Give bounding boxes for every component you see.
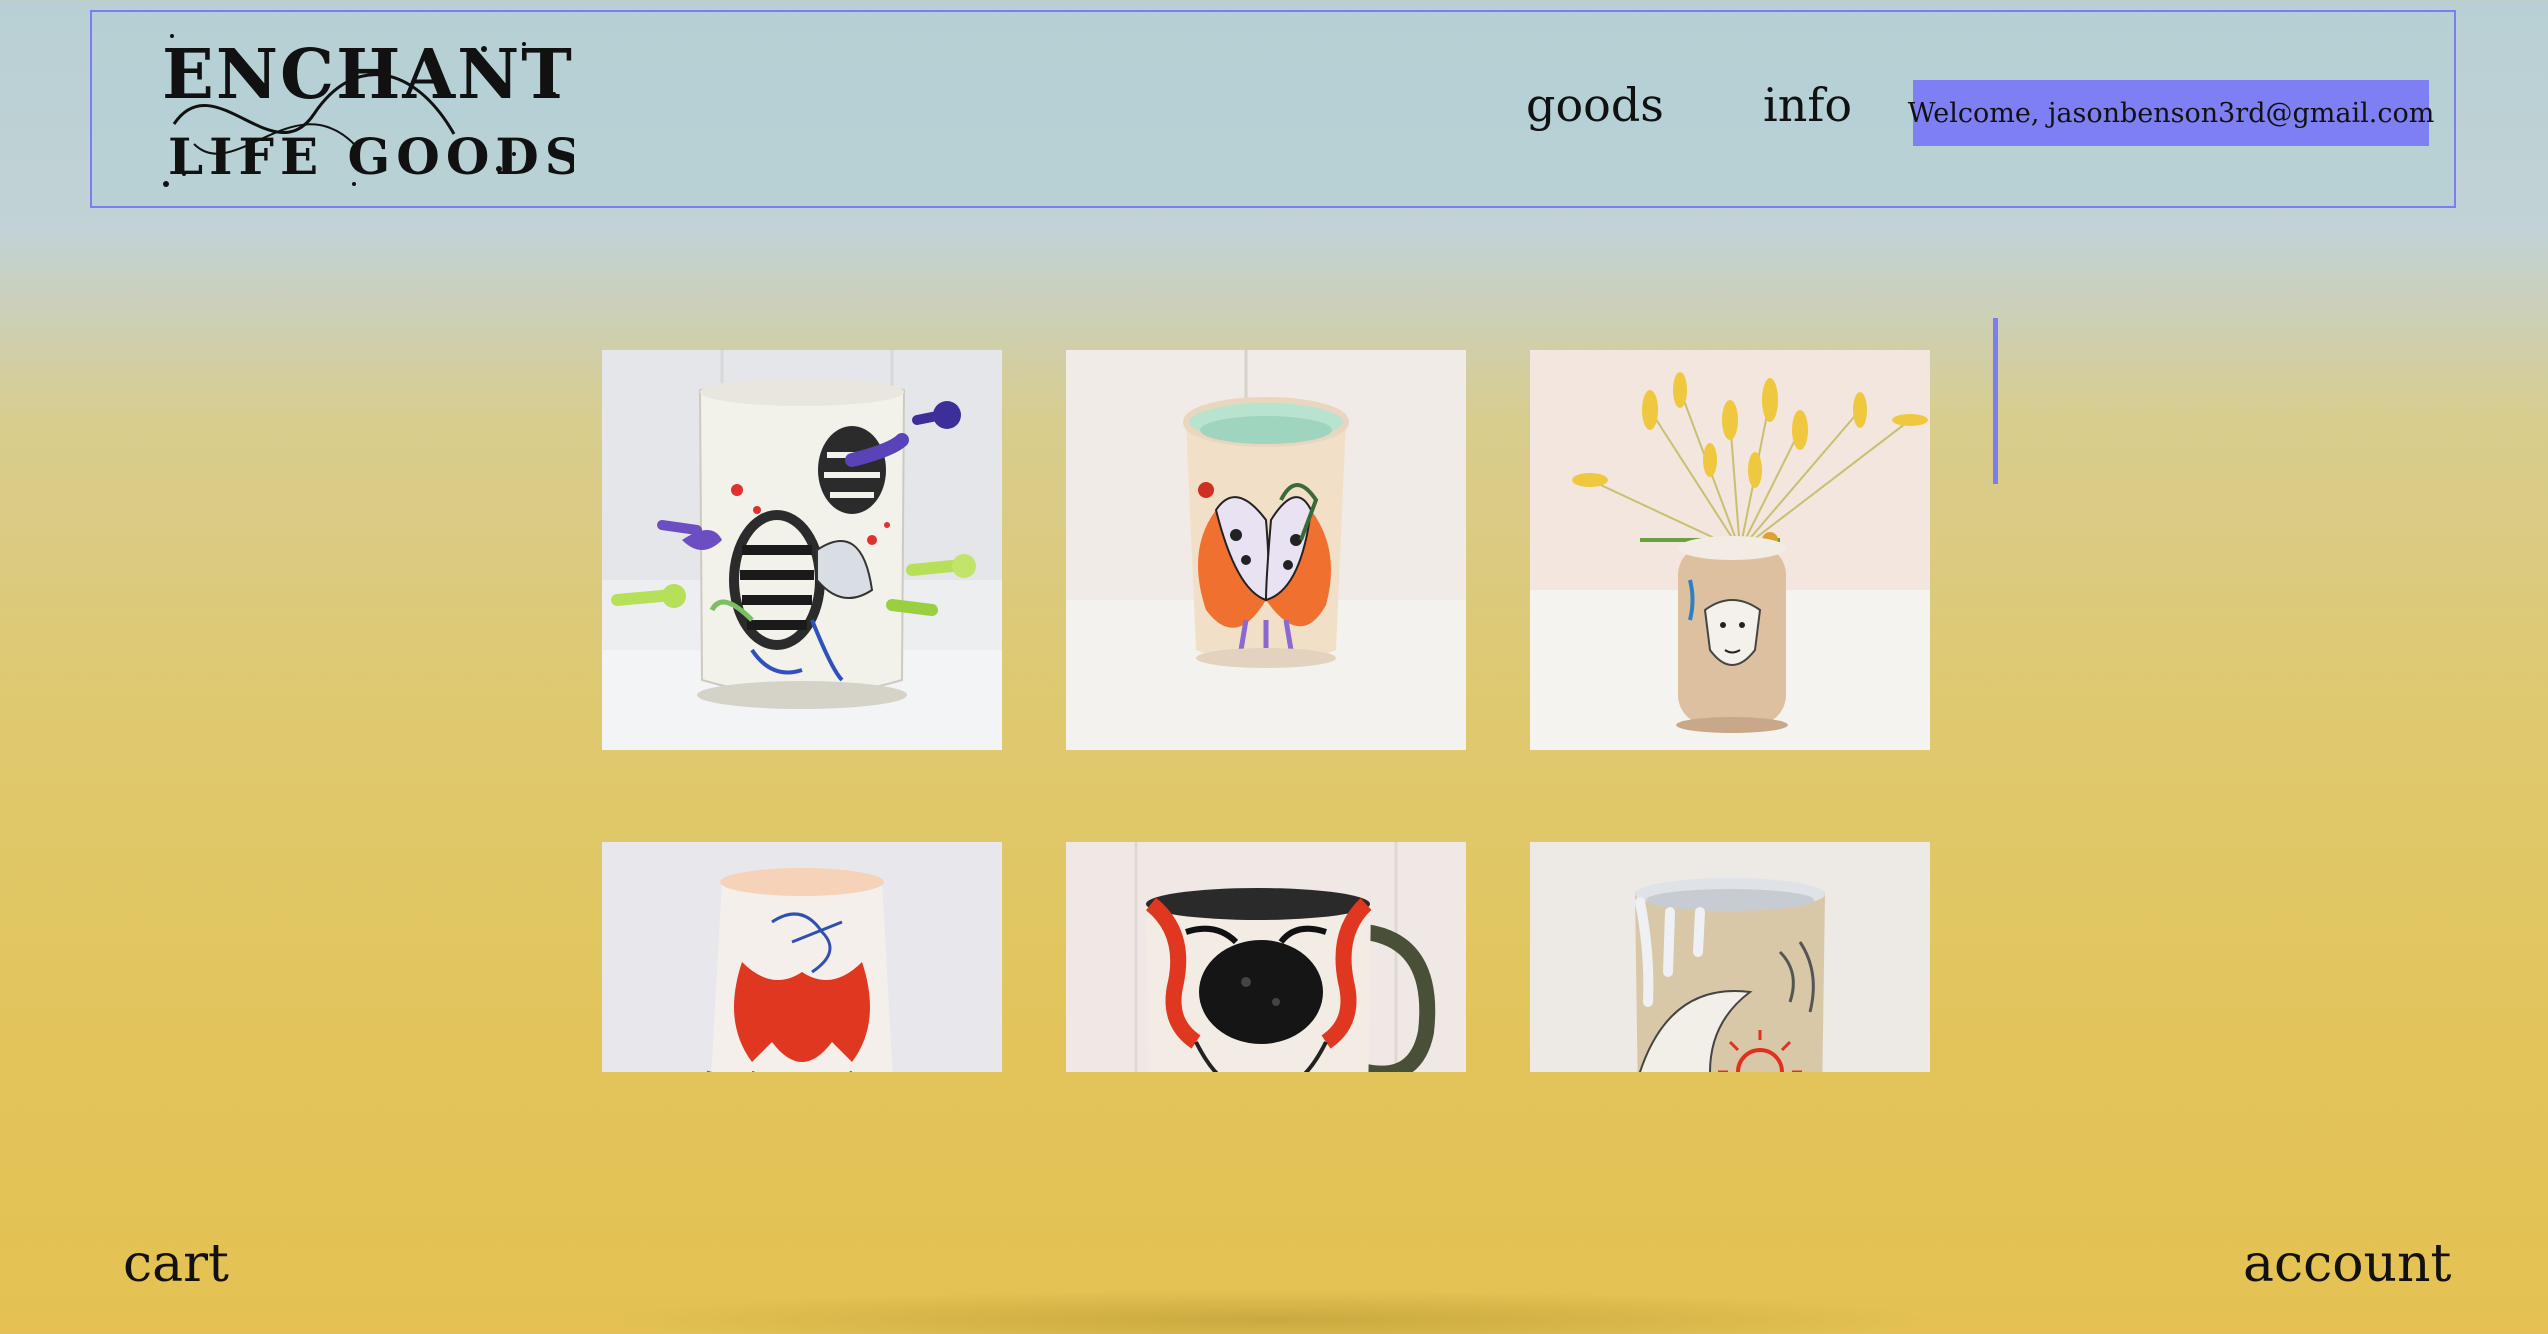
bottom-shadow [600,1290,1940,1334]
product-tile-figure-mug[interactable] [1066,842,1466,1072]
logo-text-line1: ENCHANTED [162,35,574,115]
cart-link[interactable]: cart [123,1238,229,1290]
red-vase-image [602,842,1002,1072]
product-tile-moon-cup[interactable] [1530,842,1930,1072]
product-grid [602,350,1930,1072]
product-tile-butterfly-cup[interactable] [1066,350,1466,750]
product-tile-face-vase[interactable] [1530,350,1930,750]
butterfly-cup-image [1066,350,1466,750]
site-header: ENCHANTED LIFE GOODS goods info Welcome,… [90,10,2456,208]
account-link[interactable]: account [2243,1238,2451,1290]
welcome-account-button[interactable]: Welcome, jasonbenson3rd@gmail.com [1908,80,2434,146]
product-tile-bee-mug[interactable] [602,350,1002,750]
scroll-indicator[interactable] [1993,318,1998,484]
nav-goods-link[interactable]: goods [1526,82,1664,128]
bee-mug-image [602,350,1002,750]
logo-text-line2: LIFE GOODS [168,127,574,186]
product-tile-red-vase[interactable] [602,842,1002,1072]
moon-cup-image [1530,842,1930,1072]
figure-mug-image [1066,842,1466,1072]
logo-graphic: ENCHANTED LIFE GOODS [162,34,687,187]
site-logo[interactable]: ENCHANTED LIFE GOODS [154,24,687,194]
face-vase-image [1530,350,1930,750]
nav-info-link[interactable]: info [1763,82,1852,128]
